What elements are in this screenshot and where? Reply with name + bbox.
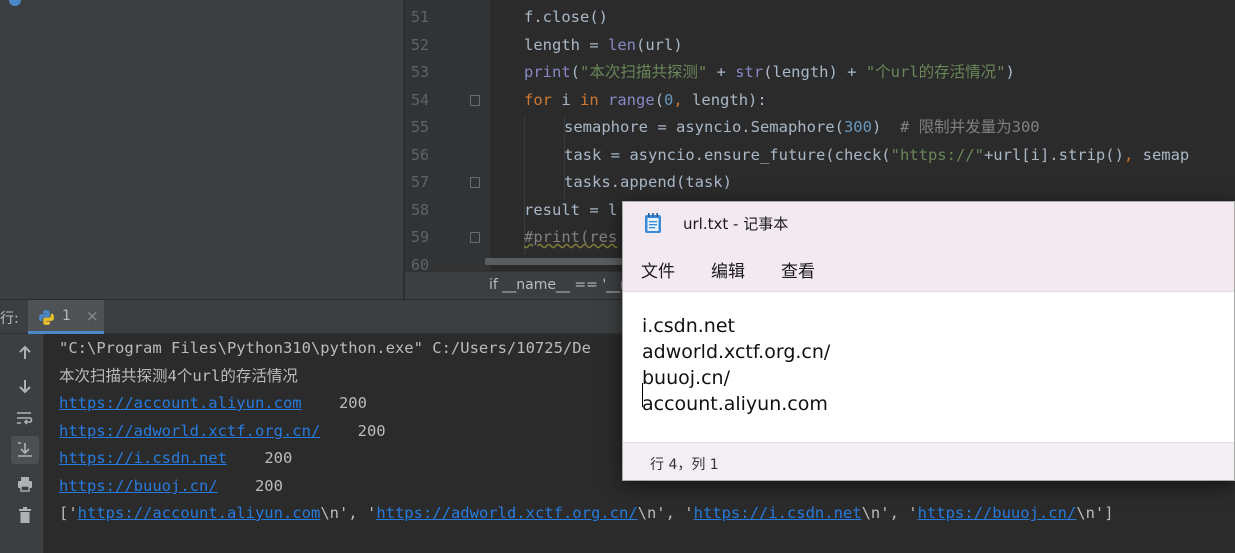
notepad-text-area[interactable]: i.csdn.net adworld.xctf.org.cn/ buuoj.cn… — [623, 293, 1234, 442]
trash-icon[interactable] — [11, 501, 39, 529]
menu-edit[interactable]: 编辑 — [711, 257, 745, 282]
notepad-icon — [645, 213, 661, 233]
notepad-menubar: 文件 编辑 查看 — [623, 242, 1234, 292]
line-number: 57 — [410, 173, 429, 191]
soft-wrap-icon[interactable] — [11, 404, 39, 432]
line-number: 51 — [410, 8, 429, 26]
project-node-icon — [9, 0, 21, 6]
line-number: 55 — [410, 118, 429, 136]
status-code: 200 — [254, 477, 283, 495]
notepad-titlebar[interactable]: url.txt - 记事本 — [623, 202, 1234, 242]
code-line-54: 54 for i in range(0, length): — [405, 87, 1235, 114]
status-code: 200 — [338, 394, 367, 412]
fold-icon[interactable] — [470, 232, 480, 243]
cursor-position: 行 4，列 1 — [650, 457, 719, 473]
print-icon[interactable] — [11, 470, 39, 498]
menu-view[interactable]: 查看 — [781, 257, 815, 282]
run-panel-label: 行: — [0, 311, 19, 327]
status-code: 200 — [357, 422, 386, 440]
console-link[interactable]: https://adworld.xctf.org.cn/ — [376, 504, 637, 522]
line-number: 54 — [410, 91, 429, 109]
arrow-up-icon[interactable] — [11, 339, 39, 367]
code-line-56: 56 task = asyncio.ensure_future(check("h… — [405, 142, 1235, 169]
run-tab-label: 1 — [62, 308, 71, 324]
text-line: account.aliyun.com — [642, 393, 828, 415]
code-text: semaphore = asyncio.Semaphore(300) # 限制并… — [564, 118, 1040, 136]
python-icon — [39, 310, 54, 325]
notepad-title: url.txt - 记事本 — [683, 215, 789, 233]
close-icon[interactable]: × — [86, 307, 99, 325]
console-link[interactable]: https://buuoj.cn/ — [59, 477, 218, 495]
console-result-line: https://buuoj.cn/ 200 — [59, 473, 283, 500]
line-number: 59 — [410, 228, 429, 246]
code-line-55: 55 semaphore = asyncio.Semaphore(300) # … — [405, 114, 1235, 141]
run-toolbar — [0, 334, 44, 553]
console-list-line: ['https://account.aliyun.com\n', 'https:… — [59, 504, 1114, 522]
code-text: f.close() — [524, 8, 608, 26]
console-command-line: "C:\Program Files\Python310\python.exe" … — [59, 339, 591, 357]
console-link[interactable]: https://buuoj.cn/ — [918, 504, 1077, 522]
console-link[interactable]: https://account.aliyun.com — [78, 504, 321, 522]
text-line: adworld.xctf.org.cn/ — [642, 341, 831, 363]
code-text: print("本次扫描共探测" + str(length) + "个url的存活… — [524, 63, 1015, 81]
horizontal-scrollbar[interactable] — [485, 258, 625, 265]
scroll-to-end-icon[interactable] — [11, 436, 39, 464]
code-text: task = asyncio.ensure_future(check("http… — [564, 146, 1190, 164]
text-line: buuoj.cn/ — [642, 367, 730, 389]
arrow-down-icon[interactable] — [11, 372, 39, 400]
console-summary-line: 本次扫描共探测4个url的存活情况 — [59, 367, 298, 385]
line-number: 52 — [410, 36, 429, 54]
console-result-line: https://adworld.xctf.org.cn/ 200 — [59, 418, 386, 445]
project-panel — [0, 0, 404, 299]
code-line-53: 53 print("本次扫描共探测" + str(length) + "个url… — [405, 59, 1235, 86]
code-text: for i in range(0, length): — [524, 91, 767, 109]
notepad-statusbar: 行 4，列 1 — [623, 442, 1234, 480]
line-number: 53 — [410, 63, 429, 81]
console-result-line: https://i.csdn.net 200 — [59, 445, 292, 472]
console-result-line: https://account.aliyun.com 200 — [59, 390, 367, 417]
console-link[interactable]: https://adworld.xctf.org.cn/ — [59, 422, 320, 440]
text-caret — [642, 383, 643, 407]
code-text: #print(res — [524, 228, 618, 246]
console-link[interactable]: https://i.csdn.net — [59, 449, 227, 467]
line-number: 58 — [410, 201, 429, 219]
code-line-57: 57 tasks.append(task) — [405, 169, 1235, 196]
fold-icon[interactable] — [470, 95, 480, 106]
line-number: 56 — [410, 146, 429, 164]
run-tab[interactable]: 1 × — [28, 300, 104, 334]
code-line-52: 52 length = len(url) — [405, 32, 1235, 59]
code-text: tasks.append(task) — [564, 173, 732, 191]
code-text: result = l — [524, 201, 618, 219]
breadcrumb-item[interactable]: if __name__ == '__m — [489, 277, 634, 293]
notepad-window[interactable]: url.txt - 记事本 文件 编辑 查看 i.csdn.net adworl… — [622, 201, 1235, 481]
text-line: i.csdn.net — [642, 315, 735, 337]
console-link[interactable]: https://i.csdn.net — [694, 504, 862, 522]
fold-icon[interactable] — [470, 177, 480, 188]
console-link[interactable]: https://account.aliyun.com — [59, 394, 302, 412]
code-text: length = len(url) — [524, 36, 683, 54]
menu-file[interactable]: 文件 — [641, 257, 675, 282]
status-code: 200 — [264, 449, 293, 467]
code-line-51: 51 f.close() — [405, 4, 1235, 31]
